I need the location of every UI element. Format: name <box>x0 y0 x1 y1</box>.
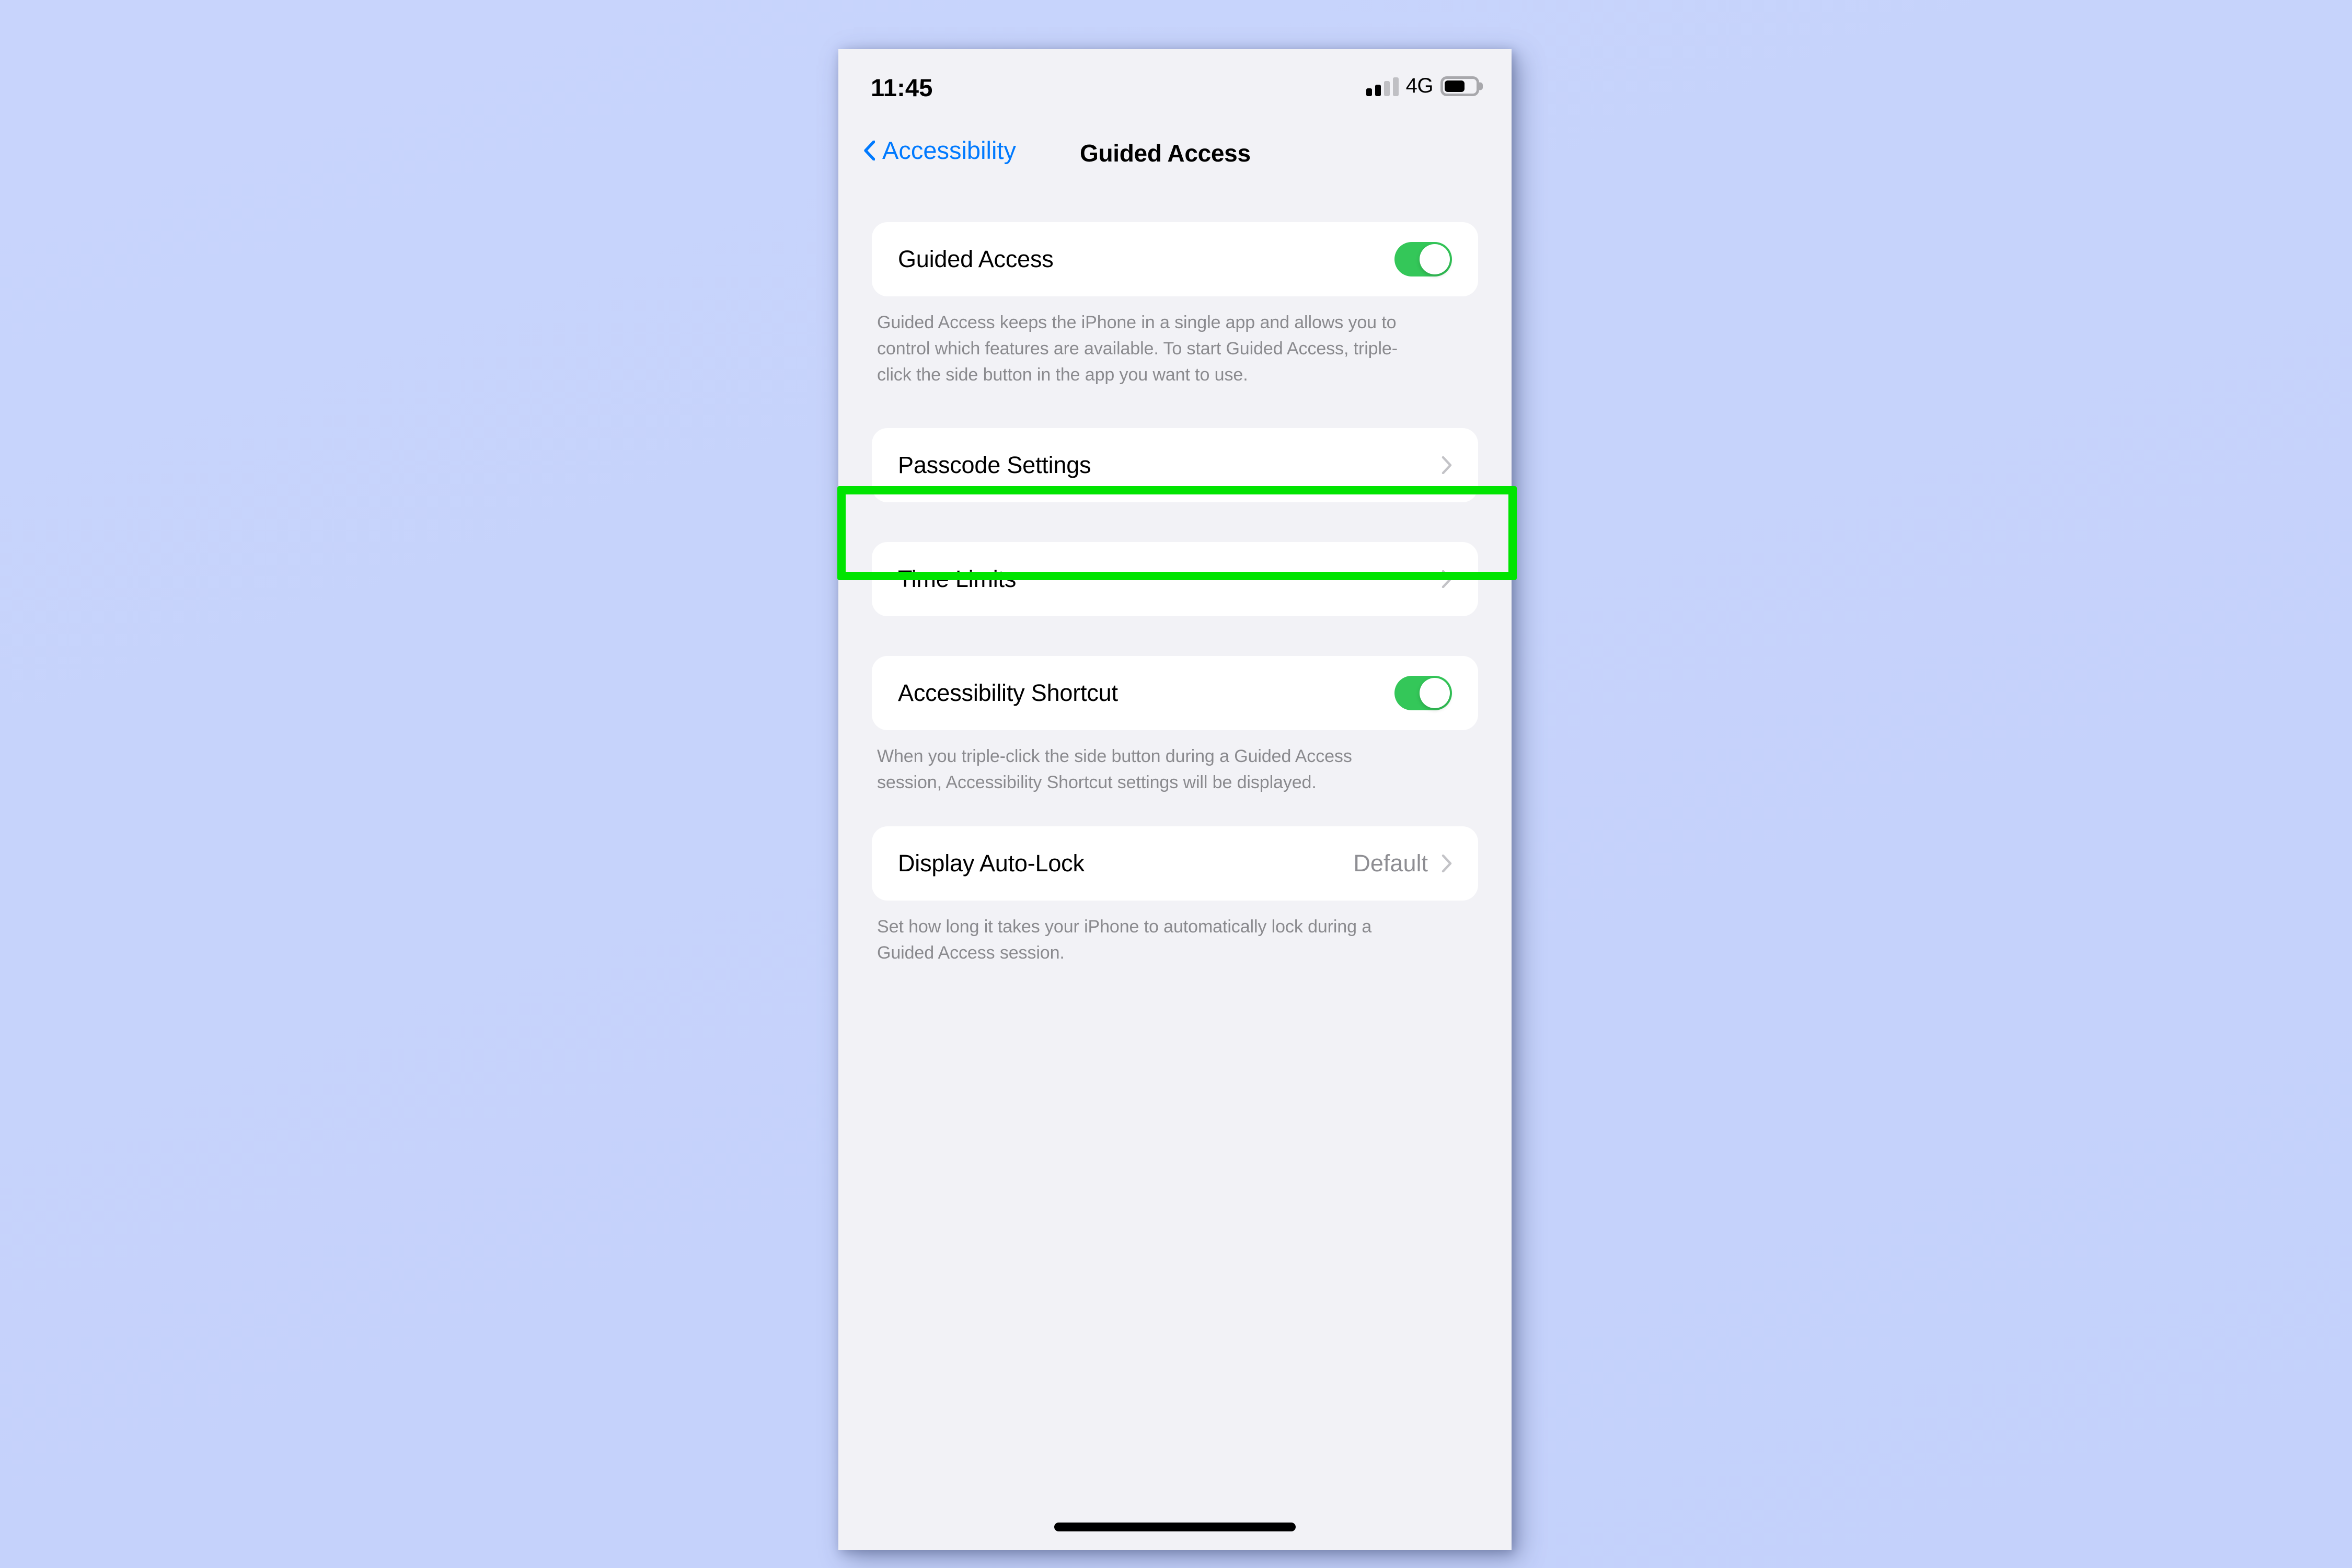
status-bar-indicators: 4G <box>1366 72 1483 100</box>
navigation-bar: Accessibility Guided Access <box>838 128 1512 182</box>
battery-cap <box>1479 82 1483 90</box>
chevron-right-icon <box>1442 570 1452 588</box>
display-auto-lock-card: Display Auto-Lock Default <box>872 826 1478 901</box>
accessibility-shortcut-toggle[interactable] <box>1394 675 1452 710</box>
display-auto-lock-row[interactable]: Display Auto-Lock Default <box>872 826 1478 901</box>
chevron-right-icon <box>1442 854 1452 872</box>
toggle-knob <box>1420 244 1450 274</box>
status-bar-time: 11:45 <box>871 74 933 101</box>
battery-fill <box>1445 80 1465 92</box>
accessibility-shortcut-card: Accessibility Shortcut <box>872 655 1478 730</box>
network-type-label: 4G <box>1405 74 1434 97</box>
accessibility-shortcut-label: Accessibility Shortcut <box>898 679 1118 706</box>
cellular-signal-icon <box>1366 76 1399 96</box>
display-auto-lock-label: Display Auto-Lock <box>898 849 1085 877</box>
chevron-right-icon <box>1442 456 1452 474</box>
back-button-label: Accessibility <box>882 136 1016 164</box>
status-bar: 11:45 4G <box>838 49 1512 128</box>
chevron-left-icon <box>864 140 875 160</box>
accessibility-shortcut-footnote: When you triple-click the side button du… <box>877 746 1352 792</box>
toggle-knob <box>1420 677 1450 708</box>
display-auto-lock-value: Default <box>1353 849 1428 877</box>
guided-access-card: Guided Access <box>872 222 1478 296</box>
page-title: Guided Access <box>1080 140 1251 167</box>
display-auto-lock-footnote: Set how long it takes your iPhone to aut… <box>877 916 1372 963</box>
time-limits-label: Time Limits <box>898 565 1017 592</box>
passcode-settings-card: Passcode Settings <box>872 428 1478 502</box>
back-button[interactable]: Accessibility <box>863 138 1016 163</box>
battery-icon <box>1440 76 1483 96</box>
iphone-screen: 11:45 4G Accessibility Guided Access Gui… <box>838 49 1512 1550</box>
guided-access-footnote: Guided Access keeps the iPhone in a sing… <box>877 313 1398 385</box>
guided-access-toggle[interactable] <box>1394 242 1452 276</box>
passcode-settings-label: Passcode Settings <box>898 451 1091 478</box>
accessibility-shortcut-row[interactable]: Accessibility Shortcut <box>872 656 1478 730</box>
guided-access-row[interactable]: Guided Access <box>872 222 1478 296</box>
settings-list: Guided Access Guided Access keeps the iP… <box>838 182 1512 966</box>
time-limits-card: Time Limits <box>872 541 1478 616</box>
guided-access-label: Guided Access <box>898 246 1054 272</box>
time-limits-row[interactable]: Time Limits <box>872 542 1478 616</box>
home-indicator[interactable] <box>1054 1523 1296 1531</box>
passcode-settings-row[interactable]: Passcode Settings <box>872 428 1478 502</box>
